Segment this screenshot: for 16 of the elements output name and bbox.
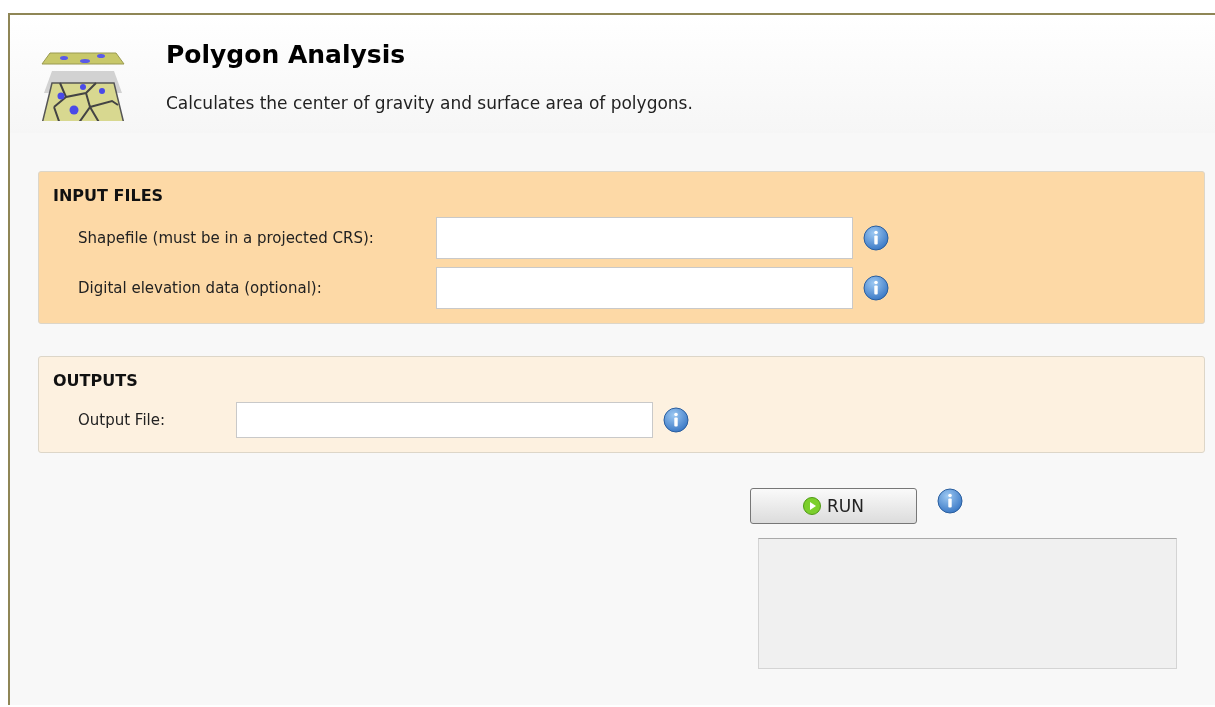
field-label: Output File: [78,411,167,429]
field-label: Digital elevation data (optional): [78,279,323,297]
field-label: Shapefile (must be in a projected CRS): [78,229,375,247]
run-button[interactable]: RUN [750,488,917,524]
input-field[interactable] [436,267,853,309]
section-title: INPUT FILES [53,186,165,205]
play-icon [803,497,821,515]
info-icon[interactable] [863,225,889,251]
input-field[interactable] [436,217,853,259]
info-icon[interactable] [663,407,689,433]
info-icon[interactable] [937,488,963,514]
section-title: OUTPUTS [53,371,139,390]
tool-description: Calculates the center of gravity and surface area of polygons. [166,93,693,113]
input-field[interactable] [236,402,653,438]
tool-title: Polygon Analysis [166,40,407,69]
info-icon[interactable] [863,275,889,301]
